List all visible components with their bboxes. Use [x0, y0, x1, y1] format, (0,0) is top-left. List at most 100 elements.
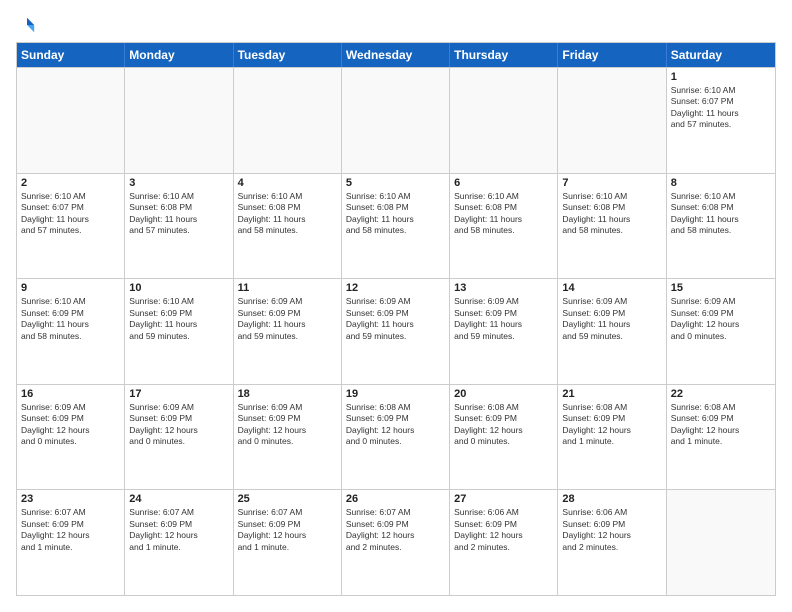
calendar-cell-1-3 [234, 68, 342, 173]
calendar-header-row: SundayMondayTuesdayWednesdayThursdayFrid… [17, 43, 775, 67]
day-info: Sunrise: 6:10 AM Sunset: 6:08 PM Dayligh… [346, 191, 445, 237]
calendar-cell-5-4: 26 Sunrise: 6:07 AM Sunset: 6:09 PM Dayli… [342, 490, 450, 595]
calendar-week-5: 23 Sunrise: 6:07 AM Sunset: 6:09 PM Dayli… [17, 489, 775, 595]
day-info: Sunrise: 6:09 AM Sunset: 6:09 PM Dayligh… [454, 296, 553, 342]
day-info: Sunrise: 6:09 AM Sunset: 6:09 PM Dayligh… [129, 402, 228, 448]
header [16, 16, 776, 34]
calendar-cell-1-7: 1Sunrise: 6:10 AM Sunset: 6:07 PM Daylig… [667, 68, 775, 173]
calendar-week-2: 2 Sunrise: 6:10 AM Sunset: 6:07 PM Daylig… [17, 173, 775, 279]
day-number: 18 [238, 388, 337, 400]
calendar-week-1: 1Sunrise: 6:10 AM Sunset: 6:07 PM Daylig… [17, 67, 775, 173]
calendar-cell-2-1: 2 Sunrise: 6:10 AM Sunset: 6:07 PM Daylig… [17, 174, 125, 279]
calendar-week-4: 16 Sunrise: 6:09 AM Sunset: 6:09 PM Dayli… [17, 384, 775, 490]
day-number: 14 [562, 282, 661, 294]
calendar-header-sunday: Sunday [17, 43, 125, 67]
day-number: 8 [671, 177, 771, 189]
day-info: Sunrise: 6:06 AM Sunset: 6:09 PM Dayligh… [454, 507, 553, 553]
calendar-header-wednesday: Wednesday [342, 43, 450, 67]
page: SundayMondayTuesdayWednesdayThursdayFrid… [0, 0, 792, 612]
calendar-cell-4-3: 18 Sunrise: 6:09 AM Sunset: 6:09 PM Dayli… [234, 385, 342, 490]
calendar-header-saturday: Saturday [667, 43, 775, 67]
day-info: Sunrise: 6:09 AM Sunset: 6:09 PM Dayligh… [238, 296, 337, 342]
day-info: Sunrise: 6:10 AM Sunset: 6:09 PM Dayligh… [21, 296, 120, 342]
day-info: Sunrise: 6:06 AM Sunset: 6:09 PM Dayligh… [562, 507, 661, 553]
day-number: 21 [562, 388, 661, 400]
day-info: Sunrise: 6:09 AM Sunset: 6:09 PM Dayligh… [21, 402, 120, 448]
calendar-cell-5-3: 25 Sunrise: 6:07 AM Sunset: 6:09 PM Dayli… [234, 490, 342, 595]
calendar-cell-4-5: 20 Sunrise: 6:08 AM Sunset: 6:09 PM Dayli… [450, 385, 558, 490]
day-info: Sunrise: 6:09 AM Sunset: 6:09 PM Dayligh… [346, 296, 445, 342]
day-number: 4 [238, 177, 337, 189]
day-number: 7 [562, 177, 661, 189]
calendar-cell-3-3: 11 Sunrise: 6:09 AM Sunset: 6:09 PM Dayli… [234, 279, 342, 384]
day-info: Sunrise: 6:07 AM Sunset: 6:09 PM Dayligh… [21, 507, 120, 553]
day-number: 17 [129, 388, 228, 400]
day-number: 12 [346, 282, 445, 294]
calendar-cell-4-4: 19 Sunrise: 6:08 AM Sunset: 6:09 PM Dayli… [342, 385, 450, 490]
day-number: 13 [454, 282, 553, 294]
calendar-header-monday: Monday [125, 43, 233, 67]
logo-flag-icon [18, 16, 36, 34]
day-number: 26 [346, 493, 445, 505]
calendar-cell-5-6: 28Sunrise: 6:06 AM Sunset: 6:09 PM Dayli… [558, 490, 666, 595]
day-number: 19 [346, 388, 445, 400]
calendar-cell-3-7: 15Sunrise: 6:09 AM Sunset: 6:09 PM Dayli… [667, 279, 775, 384]
day-number: 25 [238, 493, 337, 505]
day-number: 3 [129, 177, 228, 189]
day-info: Sunrise: 6:10 AM Sunset: 6:08 PM Dayligh… [671, 191, 771, 237]
calendar-cell-3-5: 13 Sunrise: 6:09 AM Sunset: 6:09 PM Dayli… [450, 279, 558, 384]
calendar-cell-1-6 [558, 68, 666, 173]
calendar-cell-3-6: 14 Sunrise: 6:09 AM Sunset: 6:09 PM Dayli… [558, 279, 666, 384]
day-number: 2 [21, 177, 120, 189]
calendar-cell-3-2: 10Sunrise: 6:10 AM Sunset: 6:09 PM Dayli… [125, 279, 233, 384]
day-number: 11 [238, 282, 337, 294]
day-info: Sunrise: 6:10 AM Sunset: 6:08 PM Dayligh… [129, 191, 228, 237]
logo [16, 16, 36, 34]
day-info: Sunrise: 6:07 AM Sunset: 6:09 PM Dayligh… [129, 507, 228, 553]
calendar-cell-1-4 [342, 68, 450, 173]
calendar-cell-1-1 [17, 68, 125, 173]
day-info: Sunrise: 6:07 AM Sunset: 6:09 PM Dayligh… [238, 507, 337, 553]
calendar-cell-2-2: 3 Sunrise: 6:10 AM Sunset: 6:08 PM Daylig… [125, 174, 233, 279]
day-number: 23 [21, 493, 120, 505]
day-number: 15 [671, 282, 771, 294]
calendar: SundayMondayTuesdayWednesdayThursdayFrid… [16, 42, 776, 596]
day-number: 27 [454, 493, 553, 505]
calendar-cell-4-2: 17 Sunrise: 6:09 AM Sunset: 6:09 PM Dayli… [125, 385, 233, 490]
calendar-cell-2-7: 8 Sunrise: 6:10 AM Sunset: 6:08 PM Daylig… [667, 174, 775, 279]
day-number: 24 [129, 493, 228, 505]
calendar-cell-5-7 [667, 490, 775, 595]
day-number: 9 [21, 282, 120, 294]
calendar-header-friday: Friday [558, 43, 666, 67]
day-number: 5 [346, 177, 445, 189]
day-info: Sunrise: 6:09 AM Sunset: 6:09 PM Dayligh… [562, 296, 661, 342]
day-info: Sunrise: 6:08 AM Sunset: 6:09 PM Dayligh… [671, 402, 771, 448]
day-info: Sunrise: 6:10 AM Sunset: 6:08 PM Dayligh… [238, 191, 337, 237]
calendar-cell-4-7: 22 Sunrise: 6:08 AM Sunset: 6:09 PM Dayli… [667, 385, 775, 490]
day-info: Sunrise: 6:07 AM Sunset: 6:09 PM Dayligh… [346, 507, 445, 553]
day-number: 10 [129, 282, 228, 294]
calendar-cell-1-2 [125, 68, 233, 173]
day-info: Sunrise: 6:08 AM Sunset: 6:09 PM Dayligh… [346, 402, 445, 448]
calendar-cell-3-4: 12 Sunrise: 6:09 AM Sunset: 6:09 PM Dayli… [342, 279, 450, 384]
day-info: Sunrise: 6:09 AM Sunset: 6:09 PM Dayligh… [238, 402, 337, 448]
day-info: Sunrise: 6:08 AM Sunset: 6:09 PM Dayligh… [454, 402, 553, 448]
calendar-cell-1-5 [450, 68, 558, 173]
calendar-header-tuesday: Tuesday [234, 43, 342, 67]
calendar-cell-4-1: 16 Sunrise: 6:09 AM Sunset: 6:09 PM Dayli… [17, 385, 125, 490]
day-info: Sunrise: 6:10 AM Sunset: 6:07 PM Dayligh… [671, 85, 771, 131]
day-info: Sunrise: 6:10 AM Sunset: 6:08 PM Dayligh… [562, 191, 661, 237]
day-number: 6 [454, 177, 553, 189]
calendar-cell-5-5: 27 Sunrise: 6:06 AM Sunset: 6:09 PM Dayli… [450, 490, 558, 595]
calendar-week-3: 9 Sunrise: 6:10 AM Sunset: 6:09 PM Daylig… [17, 278, 775, 384]
calendar-cell-2-6: 7 Sunrise: 6:10 AM Sunset: 6:08 PM Daylig… [558, 174, 666, 279]
day-number: 16 [21, 388, 120, 400]
day-info: Sunrise: 6:08 AM Sunset: 6:09 PM Dayligh… [562, 402, 661, 448]
calendar-body: 1Sunrise: 6:10 AM Sunset: 6:07 PM Daylig… [17, 67, 775, 595]
day-info: Sunrise: 6:10 AM Sunset: 6:07 PM Dayligh… [21, 191, 120, 237]
calendar-cell-2-4: 5 Sunrise: 6:10 AM Sunset: 6:08 PM Daylig… [342, 174, 450, 279]
day-number: 20 [454, 388, 553, 400]
day-number: 22 [671, 388, 771, 400]
calendar-cell-3-1: 9 Sunrise: 6:10 AM Sunset: 6:09 PM Daylig… [17, 279, 125, 384]
calendar-cell-2-3: 4 Sunrise: 6:10 AM Sunset: 6:08 PM Daylig… [234, 174, 342, 279]
